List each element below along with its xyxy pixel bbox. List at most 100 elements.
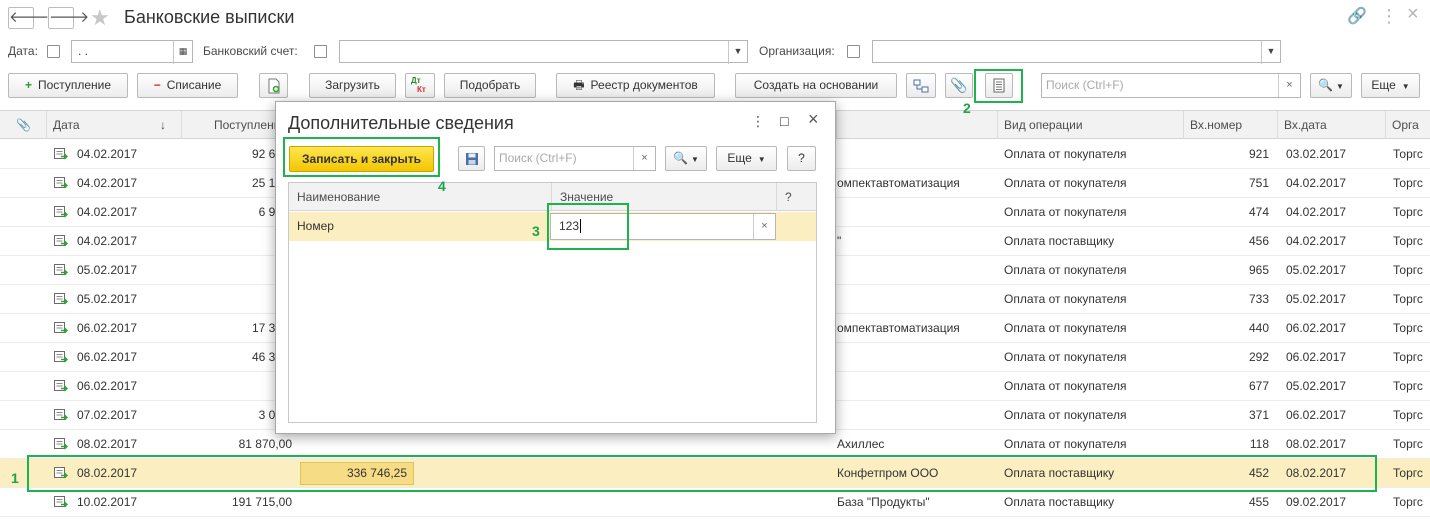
date-cell: 10.02.2017 [77,495,138,509]
operation-column-header[interactable]: Вид операции [997,111,1183,139]
organization-checkbox[interactable] [847,45,860,58]
search-input[interactable]: Поиск (Ctrl+F) × [1041,73,1301,98]
table-row[interactable]: 10.02.2017 191 715,00 База "Продукты" Оп… [0,488,1430,517]
organization-cell: Торгс [1393,263,1423,277]
bank-document-icon [54,206,68,218]
in-date-cell: 05.02.2017 [1286,379,1347,393]
expense-button[interactable]: − Списание [137,73,238,98]
in-number-cell: 371 [1248,408,1269,422]
account-checkbox[interactable] [314,45,327,58]
more-button[interactable]: Еще ▼ [1361,73,1420,98]
date-header-label: Дата [53,118,80,132]
dt-kt-icon: Дт Кт [411,76,426,94]
in-number-cell: 474 [1248,205,1269,219]
attach-button[interactable]: 📎 [945,73,973,98]
clear-icon[interactable]: × [753,214,775,239]
forward-button[interactable]: 🡒 [48,7,89,29]
dialog-menu-icon[interactable]: ⋮ [751,113,765,130]
in-number-cell: 455 [1248,495,1269,509]
dialog-title: Дополнительные сведения [288,113,514,133]
organization-cell: Торгс [1393,321,1423,335]
dialog-close-icon[interactable]: × [808,109,819,130]
search-options-button[interactable]: 🔍 ▼ [1310,73,1352,98]
date-cell: 04.02.2017 [77,234,138,248]
in-number-cell: 751 [1248,176,1269,190]
registry-button[interactable]: 🖶 Реестр документов [556,73,715,98]
date-column-header[interactable]: Дата ↓ [46,111,181,139]
organization-cell: Торгс [1393,408,1423,422]
dialog-more-button[interactable]: Еще ▼ [716,146,777,171]
in-date-cell: 06.02.2017 [1286,350,1347,364]
link-icon[interactable]: 🔗 [1347,6,1367,26]
contractor-cell: Ахиллес [837,437,885,451]
paperclip-icon: 📎 [16,118,31,132]
contractor-cell: База "Продукты" [837,495,930,509]
in-date-cell: 06.02.2017 [1286,321,1347,335]
date-cell: 04.02.2017 [77,147,138,161]
maximize-icon[interactable]: ☐ [779,115,790,129]
contractor-column-header[interactable] [836,111,997,139]
chevron-down-icon: ▼ [691,155,699,164]
chevron-down-icon: ▼ [757,155,766,164]
chevron-down-icon: ▼ [1401,82,1410,91]
help-button[interactable]: ? [787,146,816,171]
bank-document-icon [54,438,68,450]
organization-cell: Торгс [1393,292,1423,306]
contractor-cell: омпектавтоматизация [837,321,960,335]
bank-document-icon [54,409,68,421]
date-checkbox[interactable] [47,45,60,58]
date-label: Дата: [8,44,38,58]
select-button[interactable]: Подобрать [444,73,536,98]
organization-cell: Торгс [1393,205,1423,219]
organization-label: Организация: [759,44,835,58]
question-column-header[interactable]: ? [776,183,816,211]
copy-document-button[interactable] [259,73,288,98]
menu-dots-icon[interactable]: ⋮ [1380,6,1398,27]
operation-cell: Оплата от покупателя [1004,379,1127,393]
structure-button[interactable] [906,73,936,98]
annotation-box-3 [547,203,629,250]
operation-cell: Оплата от покупателя [1004,321,1127,335]
favorite-star-icon[interactable]: ★ [90,5,110,31]
dialog-search-options-button[interactable]: 🔍 ▼ [665,146,707,171]
in-date-cell: 04.02.2017 [1286,176,1347,190]
in-number-cell: 118 [1249,437,1269,451]
income-column-header[interactable]: Поступление [181,111,276,139]
bank-document-icon [54,177,68,189]
clear-icon[interactable]: × [633,147,655,170]
save-button[interactable] [458,146,485,171]
bank-document-icon [54,496,68,508]
annotation-box-1 [27,455,1377,492]
bank-document-icon [54,293,68,305]
date-cell: 05.02.2017 [77,292,138,306]
date-cell: 06.02.2017 [77,379,138,393]
operation-cell: Оплата от покупателя [1004,350,1127,364]
more-button-label: Еще [1371,78,1396,92]
organization-cell: Торгс [1393,350,1423,364]
paperclip-icon: 📎 [950,77,968,93]
contractor-cell [836,256,997,284]
back-button[interactable]: 🡐 [8,7,49,29]
dialog-search-input[interactable]: Поиск (Ctrl+F) × [494,146,656,171]
organization-column-header[interactable]: Орга [1385,111,1430,139]
create-based-button[interactable]: Создать на основании [735,73,897,98]
account-field[interactable]: ▼ [339,40,748,64]
organization-cell: Торгс [1393,379,1423,393]
operation-cell: Оплата от покупателя [1004,292,1127,306]
organization-field[interactable]: ▼ [872,40,1281,64]
attachment-column-header[interactable]: 📎 [0,111,46,139]
date-field[interactable]: . . ▦ [71,40,193,64]
operation-cell: Оплата от покупателя [1004,408,1127,422]
load-button[interactable]: Загрузить [309,73,396,98]
in-number-column-header[interactable]: Вх.номер [1183,111,1277,139]
income-button[interactable]: + Поступление [8,73,128,98]
close-icon[interactable]: × [1407,3,1419,26]
in-date-column-header[interactable]: Вх.дата [1277,111,1385,139]
calendar-icon[interactable]: ▦ [173,41,192,64]
name-column-header[interactable]: Наименование [289,183,551,211]
dt-kt-button[interactable]: Дт Кт [405,73,435,98]
operation-cell: Оплата от покупателя [1004,176,1127,190]
clear-icon[interactable]: × [1278,74,1300,97]
chevron-down-icon[interactable]: ▼ [728,41,747,64]
chevron-down-icon[interactable]: ▼ [1261,41,1280,64]
